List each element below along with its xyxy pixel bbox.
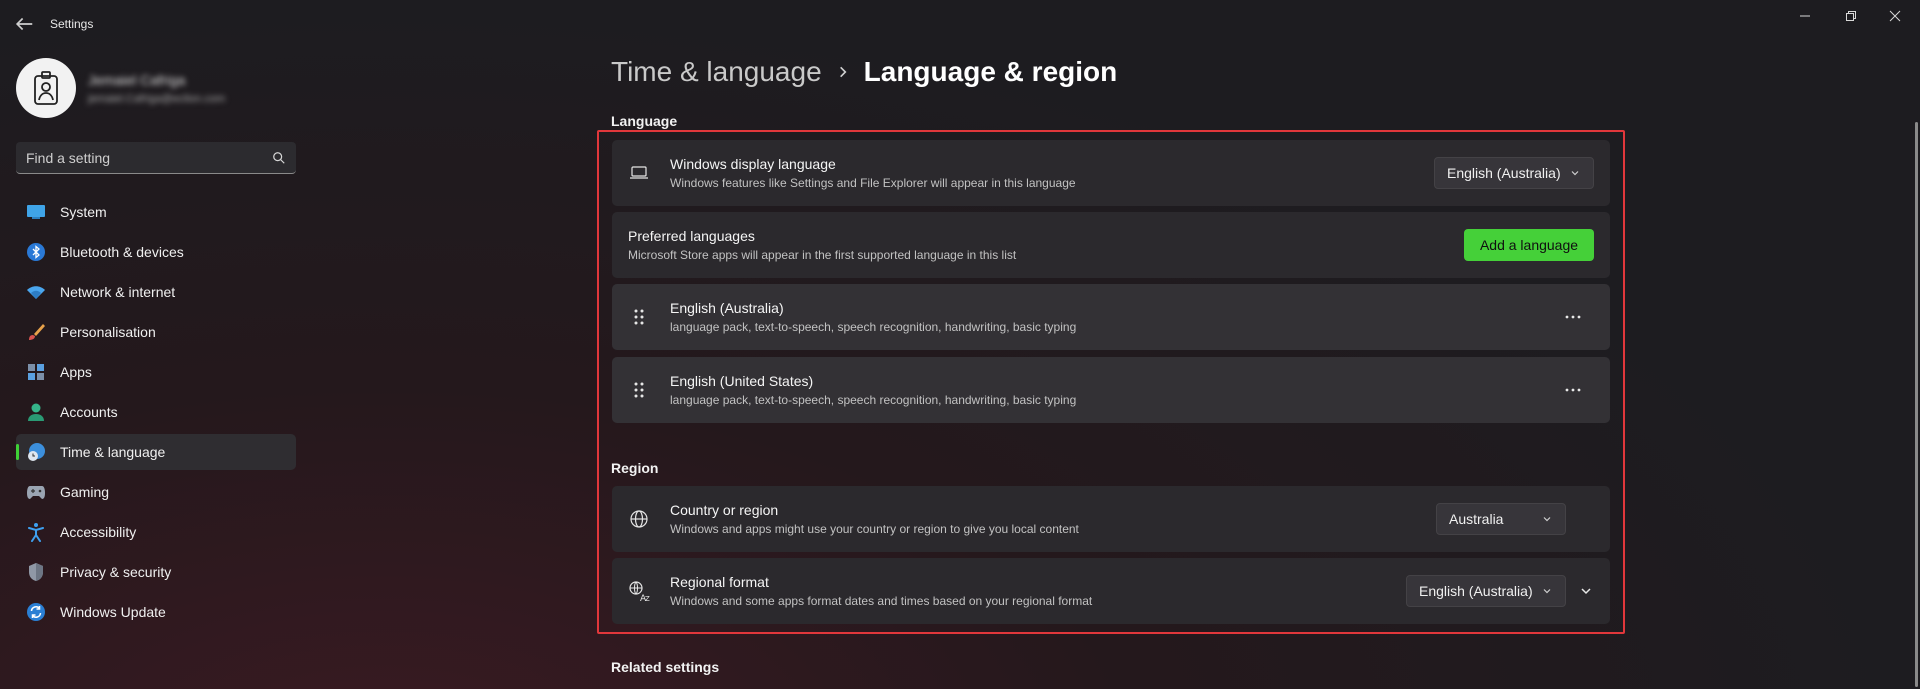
sidebar-item-label: Network & internet xyxy=(60,284,176,300)
update-icon xyxy=(26,602,46,622)
add-language-button[interactable]: Add a language xyxy=(1464,229,1594,261)
card-title: Preferred languages xyxy=(628,228,755,244)
sidebar-item-accessibility[interactable]: Accessibility xyxy=(16,514,296,550)
profile-email: jemaiel.Cafriga@eclion.com xyxy=(88,92,226,105)
section-label-language: Language xyxy=(611,113,678,129)
sidebar-item-system[interactable]: System xyxy=(16,194,296,230)
id-badge-icon xyxy=(34,71,58,105)
more-options-button[interactable] xyxy=(1557,301,1589,333)
close-button[interactable] xyxy=(1880,5,1910,27)
wifi-icon xyxy=(26,282,46,302)
sidebar-item-apps[interactable]: Apps xyxy=(16,354,296,390)
drag-handle-icon[interactable] xyxy=(628,306,650,328)
profile-name: Jemaiel Cafriga xyxy=(88,71,186,88)
sidebar-item-time-language[interactable]: Time & language xyxy=(16,434,296,470)
sidebar-item-personalisation[interactable]: Personalisation xyxy=(16,314,296,350)
avatar xyxy=(16,58,76,118)
dropdown-value: Australia xyxy=(1449,511,1504,527)
app-title: Settings xyxy=(50,17,94,31)
sidebar-item-windows-update[interactable]: Windows Update xyxy=(16,594,296,630)
apps-icon xyxy=(26,362,46,382)
card-title: English (United States) xyxy=(670,373,814,389)
close-icon xyxy=(1889,10,1901,22)
laptop-icon xyxy=(628,162,650,184)
back-button[interactable] xyxy=(13,13,35,35)
scrollbar[interactable] xyxy=(1915,122,1918,687)
sidebar-item-label: Gaming xyxy=(60,484,110,500)
globe-clock-icon xyxy=(26,442,46,462)
card-subtitle: Windows and apps might use your country … xyxy=(670,522,1079,536)
more-options-button[interactable] xyxy=(1557,374,1589,406)
chevron-down-icon xyxy=(1571,171,1579,176)
sidebar-item-privacy[interactable]: Privacy & security xyxy=(16,554,296,590)
sidebar-item-label: Apps xyxy=(60,364,92,380)
card-subtitle: Microsoft Store apps will appear in the … xyxy=(628,248,1017,262)
search-icon[interactable] xyxy=(272,151,286,165)
chevron-right-icon xyxy=(839,66,847,78)
sidebar-item-bluetooth[interactable]: Bluetooth & devices xyxy=(16,234,296,270)
sidebar-item-label: Privacy & security xyxy=(60,564,172,580)
sidebar-item-network[interactable]: Network & internet xyxy=(16,274,296,310)
card-subtitle: Windows features like Settings and File … xyxy=(670,176,1076,190)
breadcrumb-parent[interactable]: Time & language xyxy=(611,56,822,88)
more-icon xyxy=(1565,388,1581,392)
sidebar-item-label: Accounts xyxy=(60,404,118,420)
sidebar-item-label: Bluetooth & devices xyxy=(60,244,184,260)
minimize-icon xyxy=(1800,15,1810,17)
chevron-down-icon xyxy=(1543,589,1551,594)
search-box[interactable] xyxy=(16,142,296,174)
section-label-region: Region xyxy=(611,460,659,476)
sidebar-item-label: Windows Update xyxy=(60,604,166,620)
bluetooth-icon xyxy=(26,242,46,262)
sidebar-item-gaming[interactable]: Gaming xyxy=(16,474,296,510)
sidebar-item-label: Accessibility xyxy=(60,524,137,540)
accessibility-icon xyxy=(26,522,46,542)
page-title: Language & region xyxy=(863,56,1118,87)
card-subtitle: language pack, text-to-speech, speech re… xyxy=(670,393,1077,407)
dropdown-value: English (Australia) xyxy=(1419,583,1533,599)
restore-button[interactable] xyxy=(1836,5,1866,27)
person-icon xyxy=(26,402,46,422)
regional-format-icon: AZ xyxy=(628,580,650,602)
country-region-dropdown[interactable]: Australia xyxy=(1436,503,1566,535)
card-title: Country or region xyxy=(670,502,779,518)
sidebar-item-label: Time & language xyxy=(60,444,166,460)
brush-icon xyxy=(26,322,46,342)
drag-handle-icon[interactable] xyxy=(628,379,650,401)
sidebar-item-accounts[interactable]: Accounts xyxy=(16,394,296,430)
minimize-button[interactable] xyxy=(1790,5,1820,27)
monitor-icon xyxy=(26,202,46,222)
globe-icon xyxy=(628,508,650,530)
arrow-left-icon xyxy=(15,17,33,31)
title-bar: Settings xyxy=(0,0,1920,48)
chevron-down-icon xyxy=(1581,588,1591,595)
svg-text:Z: Z xyxy=(645,595,650,602)
gamepad-icon xyxy=(26,482,46,502)
sidebar-item-label: System xyxy=(60,204,107,220)
regional-format-dropdown[interactable]: English (Australia) xyxy=(1406,575,1566,607)
section-label-related-settings: Related settings xyxy=(611,659,720,675)
display-language-dropdown[interactable]: English (Australia) xyxy=(1434,157,1594,189)
card-subtitle: language pack, text-to-speech, speech re… xyxy=(670,320,1077,334)
sidebar-nav: System Bluetooth & devices Network & int… xyxy=(16,194,296,634)
card-title: Regional format xyxy=(670,574,769,590)
chevron-down-icon xyxy=(1543,517,1551,522)
language-item-english-united-states[interactable]: English (United States) language pack, t… xyxy=(612,357,1610,423)
card-subtitle: Windows and some apps format dates and t… xyxy=(670,594,1093,608)
sidebar-item-label: Personalisation xyxy=(60,324,156,340)
shield-icon xyxy=(26,562,46,582)
user-profile[interactable]: Jemaiel Cafriga jemaiel.Cafriga@eclion.c… xyxy=(16,58,225,118)
breadcrumb: Time & language Language & region xyxy=(611,56,1117,88)
restore-icon xyxy=(1846,11,1856,21)
expand-regional-format-button[interactable] xyxy=(1572,577,1600,605)
card-title: Windows display language xyxy=(670,156,836,172)
search-input[interactable] xyxy=(26,149,272,166)
card-title: English (Australia) xyxy=(670,300,784,316)
language-item-english-australia[interactable]: English (Australia) language pack, text-… xyxy=(612,284,1610,350)
dropdown-value: English (Australia) xyxy=(1447,165,1561,181)
more-icon xyxy=(1565,315,1581,319)
preferred-languages-card: Preferred languages Microsoft Store apps… xyxy=(612,212,1610,278)
